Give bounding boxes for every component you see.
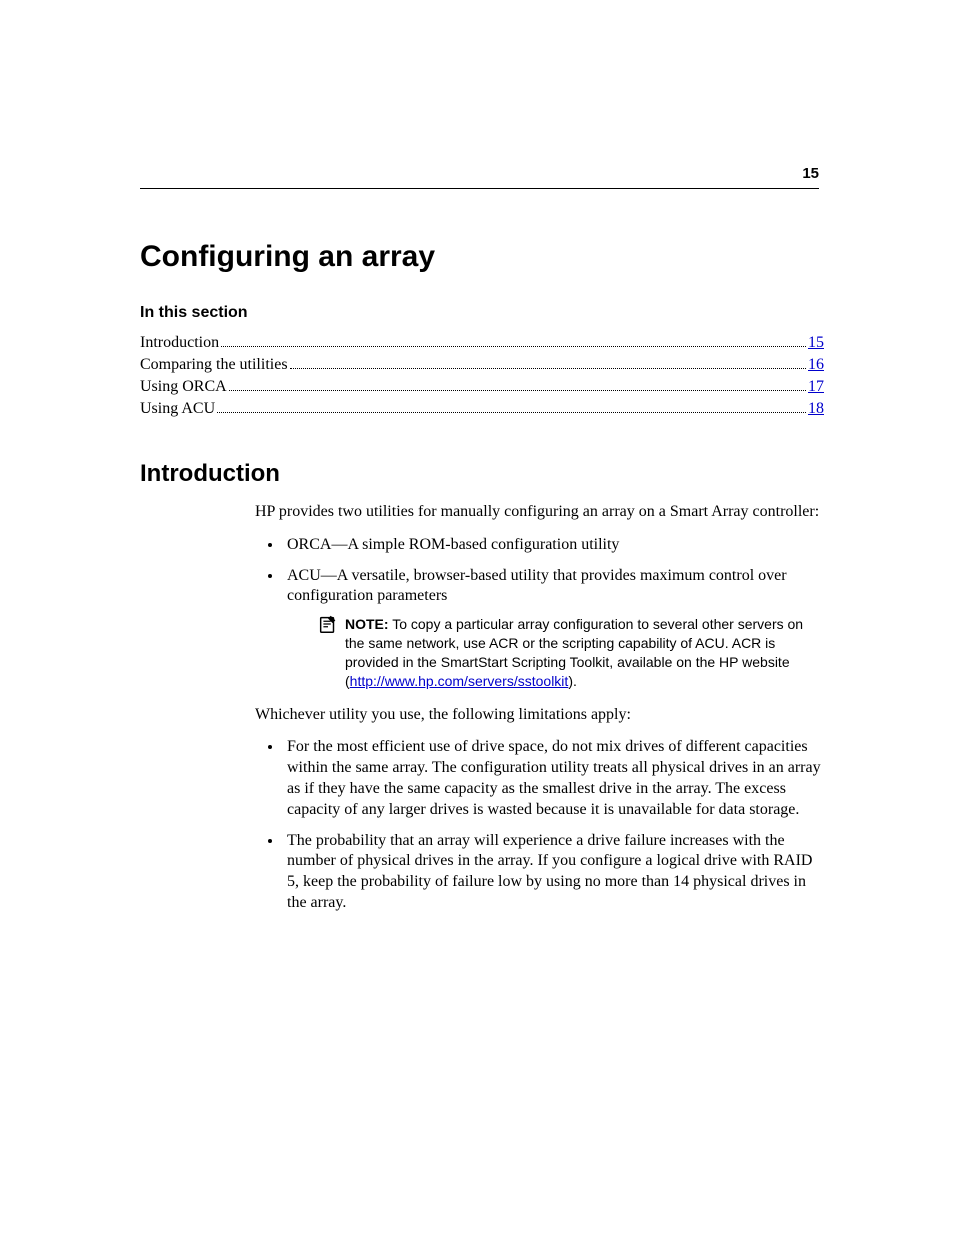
limitations-intro: Whichever utility you use, the following… [255,705,824,726]
toc-row: Using ORCA 17 [140,376,824,398]
note-body-after-link: ). [568,673,577,689]
toc-row: Introduction 15 [140,332,824,354]
limitations-list: For the most efficient use of drive spac… [255,737,824,913]
note-link[interactable]: http://www.hp.com/servers/sstoolkit [350,673,569,689]
toc-leader [217,398,806,413]
list-item: For the most efficient use of drive spac… [283,737,824,820]
utilities-list: ORCA—A simple ROM-based configuration ut… [255,535,824,691]
toc-page-link[interactable]: 18 [808,398,824,420]
note-block: NOTE: To copy a particular array configu… [317,615,824,691]
list-item: The probability that an array will exper… [283,831,824,914]
toc-row: Comparing the utilities 16 [140,354,824,376]
page-number: 15 [802,165,819,182]
note-label: NOTE: [345,616,389,632]
toc-leader [221,332,806,347]
toc-page-link[interactable]: 16 [808,354,824,376]
list-item-text: ACU—A versatile, browser-based utility t… [287,567,787,605]
intro-paragraph: HP provides two utilities for manually c… [255,502,824,523]
toc-label: Introduction [140,332,219,354]
toc-page-link[interactable]: 15 [808,332,824,354]
list-item: ORCA—A simple ROM-based configuration ut… [283,535,824,556]
toc: Introduction 15 Comparing the utilities … [140,332,824,420]
list-item: ACU—A versatile, browser-based utility t… [283,566,824,691]
body-content: HP provides two utilities for manually c… [255,502,824,914]
page-title: Configuring an array [140,240,824,274]
note-text: NOTE: To copy a particular array configu… [345,615,824,691]
note-icon [317,613,339,640]
section-heading-introduction: Introduction [140,460,824,488]
in-this-section-label: In this section [140,304,824,322]
header-rule [140,188,819,189]
toc-leader [290,354,806,369]
toc-label: Comparing the utilities [140,354,288,376]
toc-row: Using ACU 18 [140,398,824,420]
toc-leader [229,376,806,391]
document-page: 15 Configuring an array In this section … [0,0,954,1235]
toc-label: Using ORCA [140,376,227,398]
toc-page-link[interactable]: 17 [808,376,824,398]
toc-label: Using ACU [140,398,215,420]
